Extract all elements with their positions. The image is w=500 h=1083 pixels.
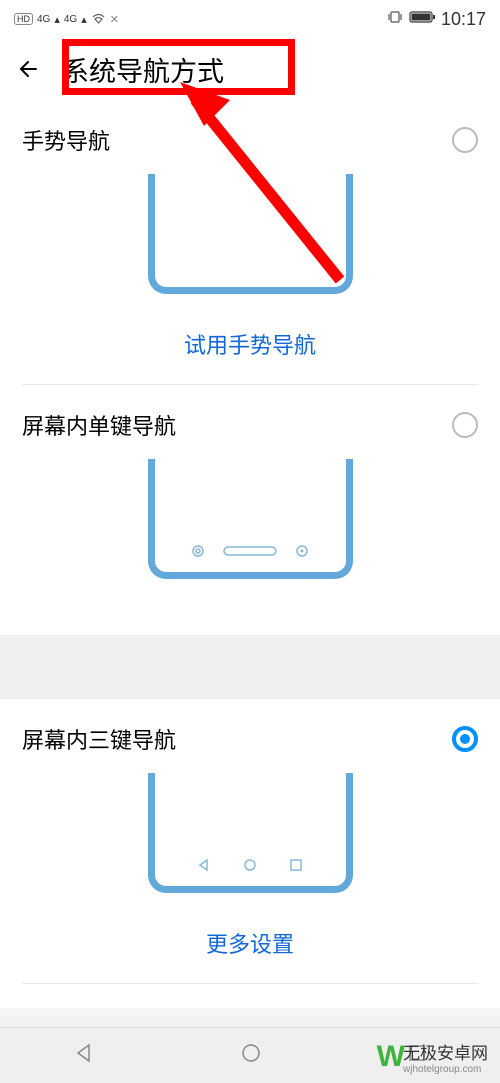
signal-bars-2: ▴ — [81, 13, 87, 26]
home-key-icon — [243, 858, 257, 872]
radio-three-key[interactable] — [452, 726, 478, 752]
signal-4g-2: 4G — [64, 14, 77, 25]
header: 系统导航方式 — [0, 38, 500, 100]
nav-back-button[interactable] — [73, 1042, 95, 1069]
option-label: 手势导航 — [22, 124, 110, 156]
phone-illustration-single — [22, 459, 478, 579]
option-label: 屏幕内三键导航 — [22, 723, 176, 755]
try-gesture-link[interactable]: 试用手势导航 — [22, 316, 478, 384]
content-area: 手势导航 试用手势导航 屏幕内单键导航 — [0, 100, 500, 635]
option-label: 屏幕内单键导航 — [22, 409, 176, 441]
recents-key-icon — [289, 858, 303, 872]
status-bar: HD 4G ▴ 4G ▴ ✕ 10:17 — [0, 0, 500, 38]
no-sim-icon: ✕ — [110, 13, 119, 26]
watermark-url: wjhotelgroup.com — [403, 1064, 488, 1075]
more-settings-link[interactable]: 更多设置 — [22, 915, 478, 983]
battery-icon — [409, 10, 435, 29]
status-time: 10:17 — [441, 9, 486, 30]
camera-icon — [295, 544, 309, 558]
hd-icon-1: HD — [14, 13, 33, 25]
content-area-2: 屏幕内三键导航 更多设置 — [0, 699, 500, 1008]
phone-illustration-gesture — [22, 174, 478, 294]
section-gap — [0, 635, 500, 699]
phone-illustration-three — [22, 773, 478, 893]
status-right: 10:17 — [387, 9, 486, 30]
home-pill-icon — [223, 546, 277, 556]
watermark: W 无极安卓网 wjhotelgroup.com — [377, 1039, 488, 1075]
option-gesture-nav[interactable]: 手势导航 试用手势导航 — [0, 100, 500, 384]
vibrate-icon — [387, 10, 403, 29]
status-left: HD 4G ▴ 4G ▴ ✕ — [14, 12, 119, 27]
radio-single-key[interactable] — [452, 412, 478, 438]
option-single-key-nav[interactable]: 屏幕内单键导航 — [0, 385, 500, 635]
wifi-icon — [91, 12, 106, 27]
page-title: 系统导航方式 — [54, 47, 232, 92]
back-button[interactable] — [14, 54, 44, 84]
nav-home-button[interactable] — [240, 1042, 262, 1069]
watermark-text: 无极安卓网 — [403, 1039, 488, 1064]
signal-bars-1: ▴ — [54, 13, 60, 26]
fingerprint-icon — [191, 544, 205, 558]
back-key-icon — [197, 858, 211, 872]
signal-4g-1: 4G — [37, 14, 50, 25]
watermark-logo: W — [377, 1040, 399, 1074]
radio-gesture[interactable] — [452, 127, 478, 153]
option-three-key-nav[interactable]: 屏幕内三键导航 更多设置 — [0, 699, 500, 983]
